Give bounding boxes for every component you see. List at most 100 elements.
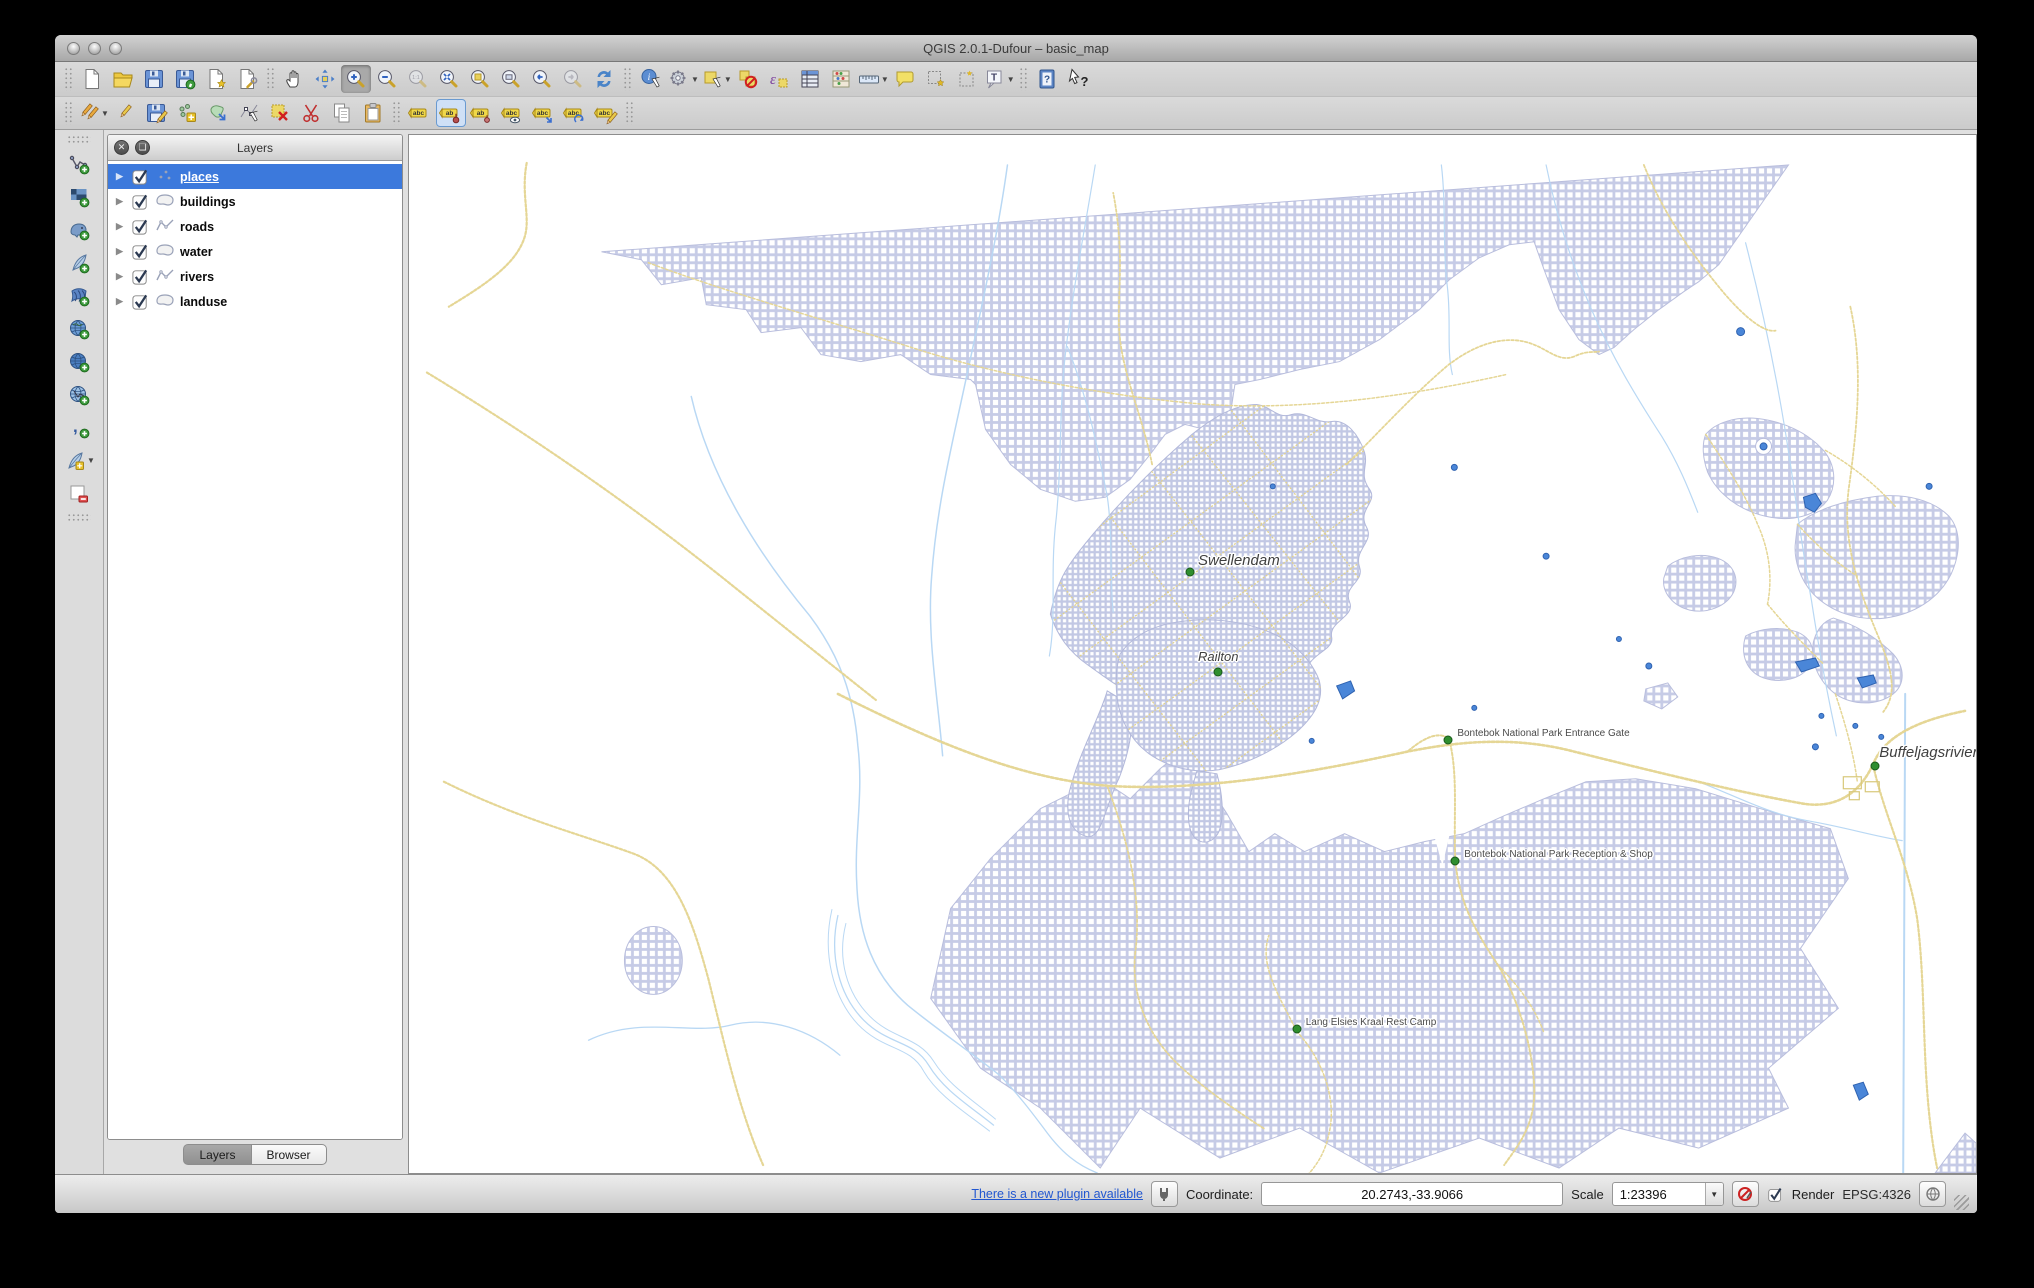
change-label-button[interactable]: abc [591,99,621,127]
chevron-down-icon[interactable]: ▼ [881,75,889,84]
deselect-features-button[interactable] [733,65,763,93]
run-feature-action-button[interactable]: ▼ [667,65,699,93]
new-shapefile-layer-button[interactable]: ▼ [63,447,95,474]
expand-triangle-icon[interactable]: ▶ [113,246,126,257]
add-postgis-layer-button[interactable] [64,216,94,243]
chevron-down-icon[interactable]: ▼ [691,75,699,84]
toolbar-handle[interactable] [64,67,73,91]
zoom-native-button[interactable]: 1:1 [403,65,433,93]
float-icon[interactable]: ❏ [135,140,150,155]
expand-triangle-icon[interactable]: ▶ [113,271,126,282]
chevron-down-icon[interactable]: ▼ [87,456,95,465]
add-vector-layer-button[interactable] [64,150,94,177]
zoom-in-button[interactable] [341,65,371,93]
crs-globe-icon[interactable] [1919,1181,1946,1207]
expand-triangle-icon[interactable]: ▶ [113,296,126,307]
tab-layers[interactable]: Layers [183,1144,251,1165]
show-bookmarks-button[interactable] [952,65,982,93]
plugin-icon[interactable] [1150,1181,1178,1207]
composer-manager-button[interactable] [232,65,262,93]
zoom-next-button[interactable] [558,65,588,93]
add-spatialite-layer-button[interactable] [64,249,94,276]
move-feature-button[interactable] [203,99,233,127]
zoom-window-button[interactable] [109,41,122,55]
scale-combo[interactable]: 1:23396 ▼ [1611,1182,1724,1206]
zoom-last-button[interactable] [527,65,557,93]
labeling-button[interactable]: abc [405,99,435,127]
chevron-down-icon[interactable]: ▼ [1007,75,1015,84]
select-by-expression-button[interactable]: ε [764,65,794,93]
layer-checkbox[interactable] [131,217,150,236]
attribute-table-button[interactable] [795,65,825,93]
pin-labels-button[interactable]: ab [435,99,466,127]
add-wfs-layer-button[interactable] [64,381,94,408]
toolbar-handle[interactable] [266,67,275,91]
layer-checkbox[interactable] [131,192,150,211]
add-feature-button[interactable] [172,99,202,127]
render-checkbox[interactable] [1767,1186,1784,1203]
toolbar-handle[interactable] [64,101,73,125]
node-tool-button[interactable] [234,99,264,127]
close-icon[interactable]: ✕ [114,140,129,155]
expand-triangle-icon[interactable]: ▶ [113,221,126,232]
identify-features-button[interactable]: i [636,65,666,93]
remove-layer-button[interactable] [64,480,94,507]
whats-this-button[interactable]: ? [1063,65,1093,93]
tab-browser[interactable]: Browser [250,1144,327,1165]
layer-checkbox[interactable] [131,167,150,186]
measure-button[interactable]: ▼ [857,65,889,93]
add-wms-layer-button[interactable] [64,315,94,342]
add-wcs-layer-button[interactable] [64,348,94,375]
layer-row-water[interactable]: ▶ water [108,239,402,264]
layer-row-roads[interactable]: ▶ roads [108,214,402,239]
chevron-down-icon[interactable]: ▼ [101,109,109,118]
pan-map-button[interactable] [279,65,309,93]
layer-checkbox[interactable] [131,267,150,286]
zoom-to-selection-button[interactable] [465,65,495,93]
stop-render-icon[interactable] [1731,1181,1759,1207]
refresh-button[interactable] [589,65,619,93]
layer-row-places[interactable]: ▶ places [108,164,402,189]
show-hide-labels-button[interactable]: abc [498,99,528,127]
layer-row-landuse[interactable]: ▶ landuse [108,289,402,314]
select-features-button[interactable]: ▼ [700,65,732,93]
map-canvas[interactable]: Swellendam Railton Bontebok National Park … [408,134,1977,1174]
layer-checkbox[interactable] [131,292,150,311]
expand-triangle-icon[interactable]: ▶ [113,196,126,207]
chevron-down-icon[interactable]: ▼ [724,75,732,84]
help-contents-button[interactable]: ? [1032,65,1062,93]
expand-triangle-icon[interactable]: ▶ [113,171,126,182]
new-print-composer-button[interactable] [201,65,231,93]
new-bookmark-button[interactable] [921,65,951,93]
cut-features-button[interactable] [296,99,326,127]
move-label-button[interactable]: abc [529,99,559,127]
current-edits-button[interactable]: ▼ [77,99,109,127]
toolbar-handle[interactable] [67,513,91,522]
zoom-out-button[interactable] [372,65,402,93]
rotate-label-button[interactable]: abc [560,99,590,127]
add-raster-layer-button[interactable] [64,183,94,210]
toolbar-handle[interactable] [623,67,632,91]
layer-row-rivers[interactable]: ▶ rivers [108,264,402,289]
open-project-button[interactable] [108,65,138,93]
toolbar-handle[interactable] [1018,67,1028,91]
layer-checkbox[interactable] [131,242,150,261]
toolbar-handle[interactable] [67,135,91,144]
copy-features-button[interactable] [327,99,357,127]
resize-grip[interactable] [1954,1195,1969,1210]
delete-selected-button[interactable] [265,99,295,127]
save-layer-edits-button[interactable] [141,99,171,127]
save-project-button[interactable] [139,65,169,93]
add-delimited-text-layer-button[interactable]: , [64,414,94,441]
highlight-pinned-labels-button[interactable]: ab [467,99,497,127]
toggle-editing-button[interactable] [110,99,140,127]
save-project-as-button[interactable] [170,65,200,93]
coordinate-input[interactable]: 20.2743,-33.9066 [1261,1182,1564,1206]
minimize-window-button[interactable] [88,41,101,55]
chevron-down-icon[interactable]: ▼ [1704,1183,1723,1205]
paste-features-button[interactable] [358,99,388,127]
text-annotation-button[interactable]: T ▼ [983,65,1015,93]
add-mssql-layer-button[interactable] [64,282,94,309]
plugin-available-link[interactable]: There is a new plugin available [971,1187,1143,1201]
field-calculator-button[interactable] [826,65,856,93]
